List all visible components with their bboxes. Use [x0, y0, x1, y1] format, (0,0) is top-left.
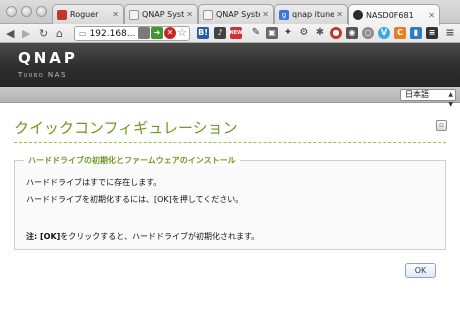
close-tab-icon[interactable]: ✕ [186, 10, 193, 19]
tab-qnap-system-1[interactable]: QNAP Syster ✕ [124, 4, 198, 24]
google-favicon-icon: g [279, 9, 289, 20]
close-tab-icon[interactable]: ✕ [336, 10, 343, 19]
forward-icon[interactable]: ▶ [22, 26, 30, 41]
pin-icon[interactable]: ✱ [314, 27, 326, 39]
section-legend: ハードドライブの初期化とファームウェアのインストール [24, 155, 240, 166]
tab-label: QNAP Syster [216, 10, 260, 19]
close-tab-icon[interactable]: ✕ [112, 10, 119, 19]
init-note: 注: [OK]をクリックすると、ハードドライブが初期化されます。 [26, 231, 259, 242]
v-icon[interactable]: V [378, 27, 390, 39]
note-text: をクリックすると、ハードドライブが初期化されます。 [60, 232, 260, 241]
language-select[interactable]: 日本語 ▲ ▼ [400, 89, 456, 108]
circle-icon[interactable]: ○ [362, 27, 374, 39]
green-arrow-icon[interactable]: ➜ [151, 27, 163, 39]
tab-label: qnap itunes [292, 10, 334, 19]
close-window-button[interactable] [6, 6, 17, 17]
close-tab-icon[interactable]: ✕ [428, 11, 435, 20]
reload-icon[interactable]: ↻ [39, 26, 48, 41]
page-favicon-icon [203, 9, 213, 20]
home-icon[interactable]: ⌂ [56, 26, 63, 41]
page-action-icon[interactable] [138, 27, 150, 39]
header-decoration [160, 43, 460, 87]
page-icon: ▭ [79, 29, 87, 38]
ok-button[interactable]: OK [405, 263, 436, 278]
qnap-logo: QNAP [18, 49, 78, 67]
url-text: 192.168... [89, 28, 136, 39]
sound-icon[interactable]: ♪ [214, 27, 226, 39]
c-icon[interactable]: C [394, 27, 406, 39]
language-bar: 日本語 ▲ ▼ [0, 87, 460, 108]
gear-icon[interactable]: ⚙ [298, 27, 310, 39]
puzzle-icon[interactable]: ✦ [282, 27, 294, 39]
menu-icon[interactable]: ≡ [444, 27, 456, 39]
select-arrows-icon: ▲ ▼ [448, 91, 453, 108]
block-icon[interactable]: ✕ [164, 27, 176, 39]
back-icon[interactable]: ◀ [6, 26, 14, 41]
layers-icon[interactable]: ≡ [426, 27, 438, 39]
roguer-favicon-icon [57, 9, 67, 20]
close-dialog-icon[interactable]: ▫ [436, 120, 447, 131]
page-favicon-icon [129, 9, 139, 20]
bookmark-star-icon[interactable]: ☆ [176, 27, 188, 39]
close-tab-icon[interactable]: ✕ [262, 10, 269, 19]
page-title: クイックコンフィギュレーション [14, 119, 238, 137]
hatena-bookmark-icon[interactable]: B! [197, 27, 209, 39]
qnap-favicon-icon [353, 10, 363, 20]
tab-label: Roguer [70, 10, 99, 19]
turtle-icon[interactable]: ● [330, 27, 342, 39]
browser-toolbar: ◀ ▶ ↻ ⌂ ▭ 192.168... ➜ ✕ ☆ B! ♪ NEW ✎ ▣ … [0, 24, 460, 43]
zoom-window-button[interactable] [36, 6, 47, 17]
wrench-icon[interactable]: ✎ [250, 27, 262, 39]
tab-nasd0f681[interactable]: NASD0F681 ✕ [348, 4, 440, 25]
tab-qnap-system-2[interactable]: QNAP Syster ✕ [198, 4, 274, 24]
tab-label: NASD0F681 [366, 10, 414, 20]
note-prefix: 注: [OK] [26, 232, 61, 241]
minimize-window-button[interactable] [21, 6, 32, 17]
title-divider [14, 142, 446, 143]
browser-tab-bar: Roguer ✕ QNAP Syster ✕ QNAP Syster ✕ g q… [0, 0, 460, 25]
screenshot-icon[interactable]: ▣ [266, 27, 278, 39]
tab-qnap-itunes[interactable]: g qnap itunes ✕ [274, 4, 348, 24]
drive-exists-message: ハードドライブはすでに存在します。 [26, 178, 162, 187]
language-selected-value: 日本語 [405, 90, 429, 99]
tab-roguer[interactable]: Roguer ✕ [52, 4, 124, 24]
new-badge-icon[interactable]: NEW [229, 27, 243, 39]
blue-square-icon[interactable]: ▮ [410, 27, 422, 39]
camera-icon[interactable]: ◉ [346, 27, 358, 39]
turbo-nas-subtitle: Turbo NAS [18, 71, 67, 79]
tab-label: QNAP Syster [142, 10, 185, 19]
init-instruction-message: ハードドライブを初期化するには、[OK]を押してください。 [26, 195, 244, 204]
